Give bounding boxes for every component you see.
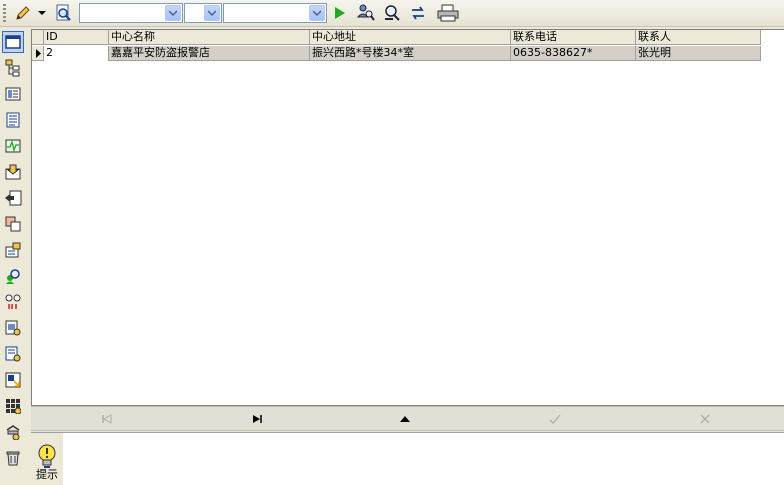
sidebar-item-log[interactable] bbox=[2, 343, 24, 365]
chevron-down-icon bbox=[313, 10, 321, 16]
nav-post-button[interactable] bbox=[545, 411, 565, 427]
data-grid[interactable]: ID 中心名称 中心地址 联系电话 联系人 2 嘉嘉平安防盗报警店 振兴西路*号… bbox=[31, 29, 784, 406]
cell-contact[interactable]: 张光明 bbox=[636, 46, 761, 61]
sidebar-item-inbox[interactable] bbox=[2, 161, 24, 183]
cell-id[interactable]: 2 bbox=[44, 46, 109, 61]
sidebar-item-import[interactable] bbox=[2, 369, 24, 391]
hint-tab[interactable]: 提示 bbox=[31, 433, 63, 485]
refresh-icon bbox=[412, 6, 424, 20]
grid-header: ID 中心名称 中心地址 联系电话 联系人 bbox=[32, 30, 761, 45]
grid-dots-icon bbox=[6, 399, 21, 414]
sidebar-item-delete[interactable] bbox=[2, 447, 24, 469]
record-navigator bbox=[31, 406, 784, 431]
value-combo-arrow[interactable] bbox=[309, 5, 325, 21]
operator-combo[interactable] bbox=[184, 3, 222, 23]
close-icon bbox=[700, 414, 710, 424]
current-row-arrow-icon bbox=[35, 48, 41, 58]
sidebar-item-copy[interactable] bbox=[2, 213, 24, 235]
lightbulb-icon bbox=[38, 444, 56, 468]
edit-pencil-button[interactable] bbox=[12, 3, 34, 23]
sidebar-item-tree[interactable] bbox=[2, 57, 24, 79]
nav-last-button[interactable] bbox=[247, 411, 267, 427]
sidebar-item-user-search[interactable] bbox=[2, 265, 24, 287]
field-combo-arrow[interactable] bbox=[165, 5, 181, 21]
table-row[interactable]: 2 嘉嘉平安防盗报警店 振兴西路*号楼34*室 0635-838627* 张光明 bbox=[32, 46, 761, 61]
find-binoculars-icon bbox=[385, 5, 400, 21]
find-user-button[interactable] bbox=[355, 3, 377, 23]
chevron-down-icon bbox=[208, 10, 216, 16]
export-arrow-icon bbox=[5, 190, 22, 206]
copy-icon bbox=[5, 216, 21, 232]
triangle-up-icon bbox=[400, 416, 410, 422]
tree-structure-icon bbox=[5, 59, 20, 77]
report-icon bbox=[5, 320, 21, 336]
cell-center-name[interactable]: 嘉嘉平安防盗报警店 bbox=[109, 46, 310, 61]
sidebar-item-document[interactable] bbox=[2, 109, 24, 131]
sidebar-item-link[interactable] bbox=[2, 291, 24, 313]
log-icon bbox=[5, 346, 21, 362]
value-combo[interactable] bbox=[223, 3, 327, 23]
column-header-phone[interactable]: 联系电话 bbox=[511, 30, 636, 45]
search-doc-icon bbox=[56, 4, 71, 21]
first-record-icon bbox=[102, 414, 112, 424]
trash-icon bbox=[6, 451, 20, 466]
sidebar-item-settings[interactable] bbox=[2, 239, 24, 261]
find-person-icon bbox=[357, 4, 375, 21]
nav-insert-button[interactable] bbox=[395, 411, 415, 427]
edit-dropdown-button[interactable] bbox=[36, 3, 48, 23]
form-icon bbox=[5, 87, 21, 101]
refresh-button[interactable] bbox=[407, 3, 429, 23]
toolbar bbox=[0, 0, 784, 27]
printer-icon bbox=[437, 4, 459, 22]
window-icon bbox=[5, 35, 21, 49]
link-nodes-icon bbox=[5, 294, 21, 309]
document-icon bbox=[6, 112, 20, 128]
nav-first-button[interactable] bbox=[97, 411, 117, 427]
column-header-id[interactable]: ID bbox=[44, 30, 109, 45]
column-header-contact[interactable]: 联系人 bbox=[636, 30, 761, 45]
toolbar-grip[interactable] bbox=[3, 4, 6, 23]
function-sidebar bbox=[0, 29, 27, 469]
user-search-icon bbox=[6, 269, 20, 284]
row-indicator[interactable] bbox=[32, 46, 44, 60]
cell-center-address[interactable]: 振兴西路*号楼34*室 bbox=[310, 46, 511, 61]
hint-panel: 提示 bbox=[31, 432, 784, 485]
hint-label: 提示 bbox=[36, 468, 58, 481]
header-indicator-cell bbox=[32, 30, 44, 44]
chevron-down-icon bbox=[169, 10, 177, 16]
import-icon bbox=[5, 372, 21, 388]
operator-combo-arrow[interactable] bbox=[204, 5, 220, 21]
find-next-button[interactable] bbox=[381, 3, 403, 23]
pencil-icon bbox=[16, 6, 30, 20]
tools-icon bbox=[6, 425, 20, 440]
sidebar-item-tools[interactable] bbox=[2, 421, 24, 443]
field-combo[interactable] bbox=[79, 3, 183, 23]
last-record-icon bbox=[253, 415, 262, 423]
config-icon bbox=[5, 242, 21, 258]
cell-phone[interactable]: 0635-838627* bbox=[511, 46, 636, 61]
inbox-icon bbox=[5, 164, 21, 180]
play-icon bbox=[335, 7, 345, 19]
sidebar-item-monitor[interactable] bbox=[2, 135, 24, 157]
waveform-icon bbox=[5, 139, 21, 153]
sidebar-item-batch[interactable] bbox=[2, 395, 24, 417]
column-header-center-address[interactable]: 中心地址 bbox=[310, 30, 511, 45]
sidebar-item-grid-view[interactable] bbox=[2, 31, 24, 53]
checkmark-icon bbox=[549, 414, 561, 424]
sidebar-item-form[interactable] bbox=[2, 83, 24, 105]
print-button[interactable] bbox=[435, 3, 461, 23]
sidebar-item-report[interactable] bbox=[2, 317, 24, 339]
column-header-center-name[interactable]: 中心名称 bbox=[109, 30, 310, 45]
sidebar-item-export[interactable] bbox=[2, 187, 24, 209]
caret-down-icon bbox=[38, 11, 46, 15]
run-query-button[interactable] bbox=[331, 3, 349, 23]
search-button[interactable] bbox=[52, 3, 74, 23]
nav-cancel-button[interactable] bbox=[695, 411, 715, 427]
